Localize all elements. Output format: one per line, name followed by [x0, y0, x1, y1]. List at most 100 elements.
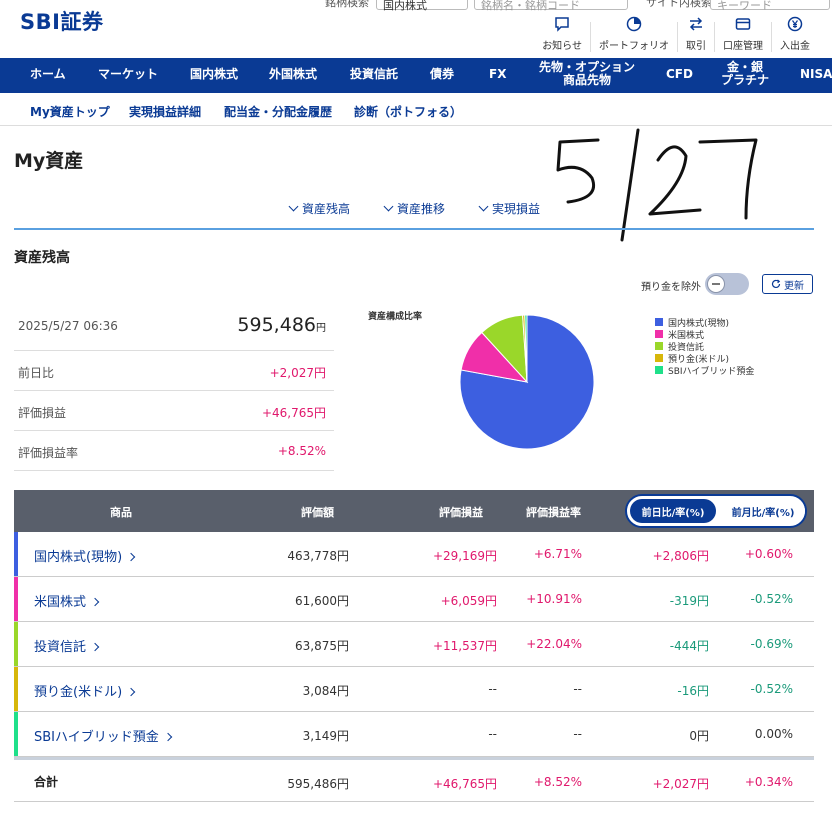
portfolio-button[interactable]: ポートフォリオ: [591, 16, 677, 52]
trade-label: 取引: [686, 41, 706, 52]
chart-legend: 国内株式(現物) 米国株式 投資信託 預り金(米ドル) SBIハイブリッド預金: [655, 316, 755, 377]
stock-search-input[interactable]: 銘柄名・銘柄コード: [474, 0, 628, 12]
product-link[interactable]: 国内株式(現物): [34, 546, 136, 565]
row-diff-rate: -0.52%: [750, 682, 793, 696]
market-select[interactable]: 国内株式: [376, 0, 468, 12]
summary-row: 評価損益率 +8.52%: [14, 431, 334, 471]
chevron-right-icon: [126, 687, 136, 697]
gnav-nisa[interactable]: NISA: [800, 68, 832, 81]
product-name: SBIハイブリッド預金: [34, 730, 159, 745]
summary-total-row: 2025/5/27 06:36 595,486円: [14, 306, 334, 351]
summary-label: 前日比: [18, 366, 55, 380]
row-color-bar: [14, 667, 18, 711]
subnav-my-assets-top[interactable]: My資産トップ: [30, 103, 110, 120]
tab-daily-change[interactable]: 前日比/率(%): [630, 499, 716, 523]
gnav-domestic-stock[interactable]: 国内株式: [190, 68, 238, 81]
product-link[interactable]: 米国株式: [34, 591, 100, 610]
row-pl-rate: +22.04%: [526, 637, 582, 651]
gnav-cfd[interactable]: CFD: [666, 68, 693, 81]
gnav-fx[interactable]: FX: [489, 68, 506, 81]
chevron-down-icon: [383, 201, 394, 212]
gnav-gold[interactable]: 金・銀 プラチナ: [721, 61, 769, 87]
header-pl-rate: 評価損益率: [526, 506, 581, 519]
gnav-bond[interactable]: 債券: [430, 68, 454, 81]
chevron-right-icon: [126, 552, 136, 562]
refresh-button[interactable]: 更新: [762, 274, 813, 294]
summary-datetime: 2025/5/27 06:36: [18, 319, 118, 333]
row-diff: -444円: [669, 639, 709, 653]
legend-entry: 預り金(米ドル): [655, 352, 754, 365]
exclude-deposit-toggle[interactable]: [705, 273, 749, 295]
gnav-home[interactable]: ホーム: [30, 68, 66, 81]
sbi-logo[interactable]: SBI証券: [20, 6, 103, 36]
table-body: 国内株式(現物) 463,778円 +29,169円 +6.71% +2,806円 +0.…: [14, 532, 814, 757]
deposit-button[interactable]: 入出金: [772, 16, 818, 52]
product-link[interactable]: SBIハイブリッド預金: [34, 726, 172, 745]
total-diff: +2,027円: [652, 777, 709, 791]
total-diff-rate: +0.34%: [744, 775, 793, 789]
tab-monthly-change[interactable]: 前月比/率(%): [721, 499, 805, 523]
summary-value: +46,765円: [261, 406, 326, 420]
chevron-down-icon: [478, 201, 489, 212]
row-diff: 0円: [689, 729, 709, 743]
row-color-bar: [14, 712, 18, 756]
chart-title: 資産構成比率: [368, 312, 423, 322]
sub-nav: My資産トップ 実現損益詳細 配当金・分配金履歴 診断（ポトフォる）: [0, 93, 832, 126]
row-color-bar: [14, 577, 18, 621]
page-title: My資産: [14, 150, 84, 172]
row-color-bar: [14, 532, 18, 576]
legend-swatch: [655, 342, 663, 350]
asset-allocation-pie-chart: [459, 314, 595, 450]
table-row: SBIハイブリッド預金 3,149円 -- -- 0円 0.00%: [14, 712, 814, 757]
chat-icon: [555, 17, 569, 32]
summary-total: 595,486円: [237, 314, 326, 336]
notice-button[interactable]: お知らせ: [534, 16, 590, 52]
section-links: 資産残高 資産推移 実現損益: [0, 198, 832, 228]
legend-label: SBIハイブリッド預金: [668, 366, 755, 377]
asset-summary: 2025/5/27 06:36 595,486円 前日比 +2,027円 評価損…: [14, 306, 334, 471]
exclude-deposit-label: 預り金を除外: [641, 282, 701, 293]
refresh-label: 更新: [784, 280, 804, 292]
subnav-diagnosis[interactable]: 診断（ポトフォる）: [354, 103, 462, 120]
legend-entry: SBIハイブリッド預金: [655, 364, 755, 377]
top-header: SBI証券 銘柄検索 国内株式 銘柄名・銘柄コード サイト内検索 キーワード お…: [0, 0, 832, 58]
stock-search-label: 銘柄検索: [325, 0, 369, 9]
table-row: 投資信託 63,875円 +11,537円 +22.04% -444円 -0.69%: [14, 622, 814, 667]
legend-entry: 米国株式: [655, 328, 754, 341]
row-pl-rate: +6.71%: [533, 547, 582, 561]
account-button[interactable]: 口座管理: [715, 16, 771, 52]
product-link[interactable]: 預り金(米ドル): [34, 681, 136, 700]
row-pl-rate: --: [573, 682, 582, 696]
row-value: 63,875円: [295, 639, 349, 653]
subnav-dividends[interactable]: 配当金・分配金履歴: [224, 103, 332, 120]
row-diff: -319円: [669, 594, 709, 608]
link-realized-pl[interactable]: 実現損益: [478, 200, 540, 217]
gnav-foreign-stock[interactable]: 外国株式: [269, 68, 317, 81]
row-pl: +6,059円: [440, 594, 497, 608]
chevron-right-icon: [163, 732, 172, 742]
summary-row: 評価損益 +46,765円: [14, 391, 334, 431]
product-link[interactable]: 投資信託: [34, 636, 100, 655]
link-asset-trend[interactable]: 資産推移: [383, 200, 445, 217]
subnav-realized-pl[interactable]: 実現損益詳細: [129, 103, 201, 120]
product-name: 投資信託: [34, 640, 87, 655]
chevron-down-icon: [288, 201, 299, 212]
gnav-fund[interactable]: 投資信託: [350, 68, 398, 81]
site-search-input[interactable]: キーワード: [710, 0, 830, 12]
row-value: 3,084円: [302, 684, 349, 698]
chevron-right-icon: [90, 597, 100, 607]
notice-label: お知らせ: [542, 41, 582, 52]
period-tab-group: 前日比/率(%) 前月比/率(%): [625, 494, 807, 528]
row-value: 61,600円: [295, 594, 349, 608]
row-diff-rate: +0.60%: [744, 547, 793, 561]
transfer-icon: [689, 17, 703, 31]
total-pl: +46,765円: [432, 777, 497, 791]
gnav-market[interactable]: マーケット: [98, 68, 158, 81]
header-pl: 評価損益: [439, 506, 483, 519]
link-asset-balance[interactable]: 資産残高: [288, 200, 350, 217]
trade-button[interactable]: 取引: [678, 16, 714, 52]
gnav-futures[interactable]: 先物・オプション 商品先物: [539, 61, 635, 87]
row-pl: +11,537円: [432, 639, 497, 653]
table-header: 商品 評価額 評価損益 評価損益率 前日比/率(%) 前月比/率(%): [14, 490, 814, 532]
legend-entry: 国内株式(現物): [655, 316, 754, 329]
